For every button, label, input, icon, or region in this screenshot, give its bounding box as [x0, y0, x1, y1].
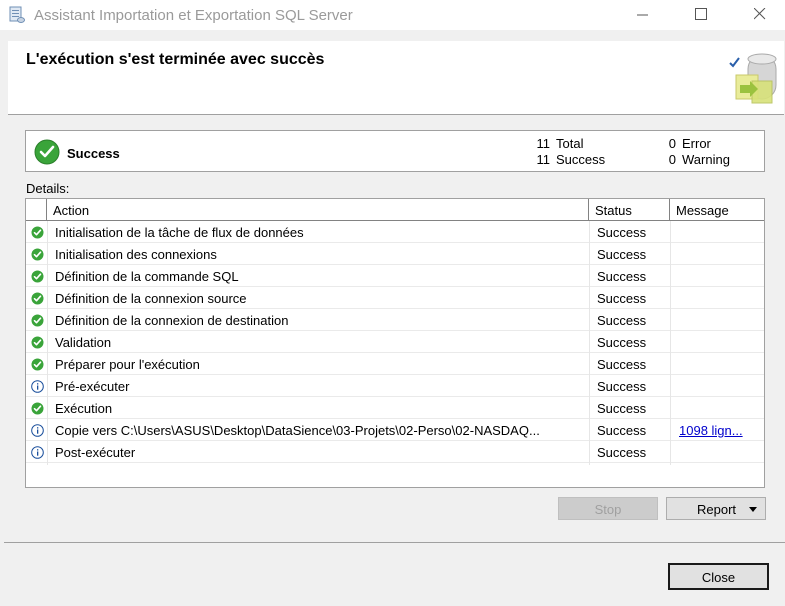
- row-action: Post-exécuter: [55, 445, 136, 460]
- success-check-icon: [31, 270, 44, 283]
- stop-button[interactable]: Stop: [558, 497, 658, 520]
- app-icon: [9, 6, 25, 23]
- row-status: Success: [597, 291, 647, 306]
- row-message: [679, 243, 763, 265]
- minimize-button[interactable]: [620, 0, 666, 30]
- row-message: [679, 265, 763, 287]
- dropdown-arrow-icon: [749, 507, 757, 512]
- row-message: [679, 441, 763, 463]
- column-header-message[interactable]: Message: [670, 199, 764, 220]
- table-row[interactable]: Définition de la connexion de destinatio…: [26, 309, 764, 331]
- table-row[interactable]: Définition de la commande SQL Success: [26, 265, 764, 287]
- table-row[interactable]: Post-exécuter Success: [26, 441, 764, 463]
- report-button-label: Report: [697, 502, 737, 517]
- row-action: Initialisation des connexions: [55, 247, 217, 262]
- info-icon: [31, 380, 44, 393]
- summary-status: Success: [67, 146, 120, 161]
- close-button[interactable]: Close: [668, 563, 769, 590]
- row-action: Validation: [55, 335, 112, 350]
- row-status: Success: [597, 445, 647, 460]
- table-header: Action Status Message: [26, 199, 764, 221]
- minimize-icon: [637, 14, 648, 16]
- report-button[interactable]: Report: [666, 497, 766, 520]
- title-bar: Assistant Importation et Exportation SQL…: [0, 0, 785, 30]
- warning-label: Warning: [682, 152, 730, 167]
- window-title: Assistant Importation et Exportation SQL…: [34, 7, 353, 24]
- icon-column-header[interactable]: [26, 199, 47, 220]
- error-label: Error: [682, 136, 711, 151]
- error-stat: 0 Error: [662, 136, 711, 151]
- table-row[interactable]: Définition de la connexion source Success: [26, 287, 764, 309]
- total-label: Total: [556, 136, 584, 151]
- table-row[interactable]: Initialisation de la tâche de flux de do…: [26, 221, 764, 243]
- success-check-icon: [31, 248, 44, 261]
- row-status: Success: [597, 379, 647, 394]
- row-status: Success: [597, 401, 647, 416]
- success-stat: 11 Success: [536, 152, 606, 167]
- success-check-icon: [31, 314, 44, 327]
- table-row[interactable]: Préparer pour l'exécution Success: [26, 353, 764, 375]
- wizard-logo-icon: [729, 53, 777, 104]
- warning-stat: 0 Warning: [662, 152, 730, 167]
- details-table[interactable]: Action Status Message Initialisation de …: [25, 198, 765, 488]
- table-row[interactable]: Copie vers C:\Users\ASUS\Desktop\DataSie…: [26, 419, 764, 441]
- row-action: Initialisation de la tâche de flux de do…: [55, 225, 304, 240]
- success-check-icon: [31, 336, 44, 349]
- page-title: L'exécution s'est terminée avec succès: [26, 51, 325, 68]
- success-check-icon: [31, 226, 44, 239]
- row-action: Pré-exécuter: [55, 379, 130, 394]
- success-check-icon: [31, 358, 44, 371]
- row-status: Success: [597, 313, 647, 328]
- table-row[interactable]: Validation Success: [26, 331, 764, 353]
- row-message: [679, 397, 763, 419]
- column-header-status[interactable]: Status: [589, 199, 670, 220]
- header-panel: L'exécution s'est terminée avec succès: [8, 41, 784, 115]
- row-message-link[interactable]: 1098 lign...: [679, 419, 763, 441]
- row-status: Success: [597, 225, 647, 240]
- row-message: [679, 375, 763, 397]
- row-action: Copie vers C:\Users\ASUS\Desktop\DataSie…: [55, 423, 540, 438]
- row-action: Exécution: [55, 401, 113, 416]
- maximize-button[interactable]: [678, 0, 724, 30]
- row-status: Success: [597, 357, 647, 372]
- row-message: [679, 287, 763, 309]
- row-status: Success: [597, 247, 647, 262]
- column-divider: [589, 221, 590, 465]
- info-icon: [31, 424, 44, 437]
- row-message: [679, 353, 763, 375]
- maximize-icon: [695, 8, 707, 20]
- details-label: Details:: [26, 181, 70, 196]
- table-row[interactable]: Exécution Success: [26, 397, 764, 419]
- close-window-button[interactable]: [737, 0, 783, 30]
- row-action: Préparer pour l'exécution: [55, 357, 200, 372]
- close-icon: [754, 8, 766, 20]
- column-divider: [47, 221, 48, 465]
- row-status: Success: [597, 335, 647, 350]
- row-message: [679, 221, 763, 243]
- row-action: Définition de la commande SQL: [55, 269, 239, 284]
- warning-count: 0: [668, 152, 676, 167]
- success-check-icon: [31, 292, 44, 305]
- table-row[interactable]: Pré-exécuter Success: [26, 375, 764, 397]
- info-icon: [31, 446, 44, 459]
- row-message: [679, 309, 763, 331]
- column-divider: [670, 221, 671, 465]
- summary-panel: Success 11 Total 11 Success 0 Error 0 Warnin…: [25, 130, 765, 172]
- total-count: 11: [536, 136, 551, 151]
- error-count: 0: [668, 136, 676, 151]
- row-status: Success: [597, 423, 647, 438]
- row-status: Success: [597, 269, 647, 284]
- success-count: 11: [536, 152, 551, 167]
- success-label: Success: [556, 152, 606, 167]
- table-row[interactable]: Initialisation des connexions Success: [26, 243, 764, 265]
- total-stat: 11 Total: [536, 136, 584, 151]
- row-action: Définition de la connexion source: [55, 291, 247, 306]
- column-header-action[interactable]: Action: [47, 199, 589, 220]
- row-message: [679, 331, 763, 353]
- footer-separator: [4, 542, 785, 543]
- row-action: Définition de la connexion de destinatio…: [55, 313, 289, 328]
- success-check-icon: [31, 402, 44, 415]
- success-check-icon: [34, 139, 60, 165]
